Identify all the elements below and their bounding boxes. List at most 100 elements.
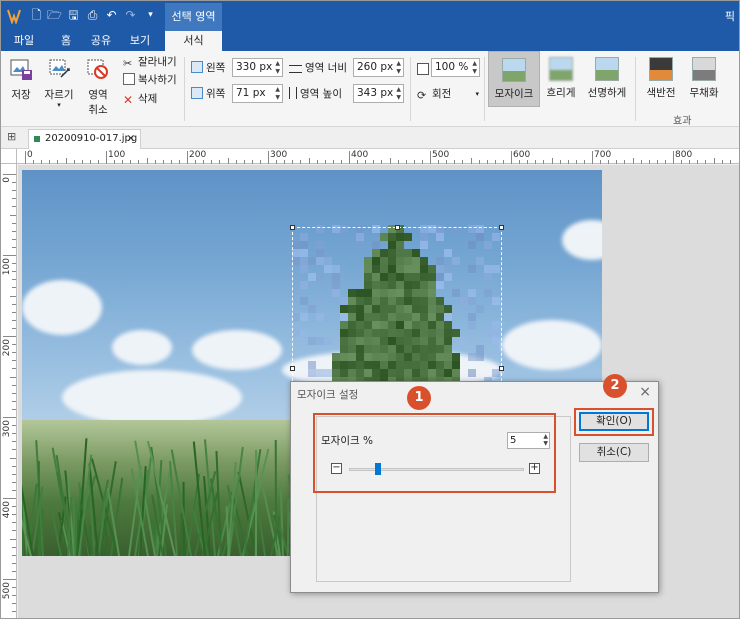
ruler-minor-tick <box>616 160 618 164</box>
tab-format[interactable]: 서식 <box>165 31 222 51</box>
resize-handle[interactable] <box>395 225 400 230</box>
effect-invert-button[interactable]: 색반전 <box>639 51 683 107</box>
ruler-minor-tick <box>632 158 634 164</box>
left-input[interactable]: 330 px ▲ ▼ <box>232 58 283 77</box>
rotate-button[interactable]: ⟳ 회전 ▾ <box>417 86 479 102</box>
crop-button[interactable]: 자르기 ▾ <box>41 57 77 109</box>
spin-arrows-icon[interactable]: ▲ ▼ <box>396 86 401 102</box>
ruler-minor-tick <box>12 327 16 329</box>
spin-arrows-icon[interactable]: ▲ ▼ <box>275 60 280 76</box>
undo-icon[interactable]: ↶ <box>104 8 119 23</box>
ribbon: 저장 자르기 ▾ 영역 취소 ✂ 잘라내기 복사하기 ✕ 삭제 왼쪽 330 p… <box>1 51 739 127</box>
resize-handle[interactable] <box>499 225 504 230</box>
save-image-icon <box>10 59 32 80</box>
spin-arrows-icon[interactable]: ▲ ▼ <box>275 86 280 102</box>
ruler-minor-tick <box>438 160 440 164</box>
ruler-minor-tick <box>12 465 16 467</box>
ruler-minor-tick <box>308 158 310 164</box>
ruler-minor-tick <box>689 160 691 164</box>
delete-button[interactable]: ✕ 삭제 <box>123 91 157 107</box>
ruler-minor-tick <box>12 352 16 354</box>
ruler-minor-tick <box>640 160 642 164</box>
ruler-minor-tick <box>721 160 723 164</box>
ruler-minor-tick <box>65 158 67 164</box>
effect-blur-button[interactable]: 흐리게 <box>541 51 581 107</box>
resize-handle[interactable] <box>290 366 295 371</box>
cut-button[interactable]: ✂ 잘라내기 <box>123 54 177 70</box>
ruler-minor-tick <box>12 570 16 572</box>
ruler-minor-tick <box>12 271 16 273</box>
effect-mosaic-button[interactable]: 모자이크 <box>488 51 540 107</box>
grid-view-icon[interactable]: ⊞ <box>7 131 19 143</box>
open-folder-icon[interactable]: 🗁 <box>47 8 62 23</box>
width-input[interactable]: 260 px ▲ ▼ <box>353 58 404 77</box>
effect-blur-label: 흐리게 <box>546 87 576 99</box>
ruler-minor-tick <box>543 160 545 164</box>
customize-toolbar-icon[interactable]: ▾ <box>143 8 158 23</box>
ruler-label: 300 <box>270 150 288 160</box>
ruler-minor-tick <box>162 160 164 164</box>
save-icon[interactable]: 🖫 <box>66 8 81 23</box>
spin-arrows-icon[interactable]: ▲ ▼ <box>396 60 401 76</box>
ruler-minor-tick <box>502 160 504 164</box>
save-label: 저장 <box>11 89 31 101</box>
cut-label: 잘라내기 <box>138 56 177 68</box>
mosaic-settings-dialog: 모자이크 설정 × 모자이크 % 5 ▲ ▼ − + 1 확인(O) 취소(C) … <box>290 374 659 593</box>
deselect-button[interactable]: 영역 취소 <box>81 57 115 117</box>
ruler-minor-tick <box>41 160 43 164</box>
canvas-area[interactable]: 모자이크 설정 × 모자이크 % 5 ▲ ▼ − + 1 확인(O) 취소(C) … <box>18 165 739 618</box>
tab-share[interactable]: 공유 <box>83 31 119 51</box>
new-file-icon[interactable]: 🗋 <box>29 8 44 23</box>
ruler-minor-tick <box>583 160 585 164</box>
close-tab-icon[interactable]: × <box>127 130 135 148</box>
tab-view[interactable]: 보기 <box>122 31 158 51</box>
ruler-minor-tick <box>486 160 488 164</box>
copy-button[interactable]: 복사하기 <box>123 72 177 88</box>
document-tab[interactable]: 20200910-017.jpg × <box>28 129 141 149</box>
save-button[interactable]: 저장 <box>6 57 36 102</box>
width-label: 영역 너비 <box>305 62 347 74</box>
effect-mosaic-label: 모자이크 <box>494 88 534 100</box>
cancel-button[interactable]: 취소(C) <box>579 443 649 462</box>
ruler-label: 400 <box>351 150 369 160</box>
ruler-minor-tick <box>559 160 561 164</box>
ruler-tick <box>3 255 16 256</box>
ruler-minor-tick <box>381 160 383 164</box>
ruler-minor-tick <box>413 160 415 164</box>
effect-sharpen-label: 선명하게 <box>587 87 627 99</box>
spin-arrows-icon[interactable]: ▲ ▼ <box>472 60 477 76</box>
resize-handle[interactable] <box>499 366 504 371</box>
width-value: 260 px <box>357 61 394 73</box>
tab-file[interactable]: 파일 <box>3 31 45 51</box>
zoom-input[interactable]: 100 % ▲ ▼ <box>431 58 480 77</box>
top-input[interactable]: 71 px ▲ ▼ <box>232 84 283 103</box>
zoom-value: 100 % <box>435 61 469 73</box>
ruler-minor-tick <box>405 160 407 164</box>
ruler-tick <box>25 151 26 164</box>
dialog-close-icon[interactable]: × <box>639 384 651 400</box>
ruler-tick <box>673 151 674 164</box>
ruler-label: 200 <box>189 150 207 160</box>
ruler-minor-tick <box>203 160 205 164</box>
resize-handle[interactable] <box>290 225 295 230</box>
document-filename: 20200910-017.jpg <box>45 133 138 144</box>
ruler-minor-tick <box>12 230 16 232</box>
effect-sharpen-button[interactable]: 선명하게 <box>584 51 630 107</box>
ruler-minor-tick <box>12 279 16 281</box>
ruler-minor-tick <box>12 514 16 516</box>
ruler-label: 200 <box>2 339 12 357</box>
ruler-minor-tick <box>664 160 666 164</box>
rotate-label: 회전 <box>432 88 452 100</box>
tab-home[interactable]: 홈 <box>48 31 84 51</box>
redo-icon[interactable]: ↷ <box>123 8 138 23</box>
effect-grayscale-button[interactable]: 무채화 <box>684 51 724 107</box>
print-icon[interactable]: ⎙ <box>85 8 100 23</box>
blur-effect-icon <box>549 57 573 81</box>
ruler-minor-tick <box>648 160 650 164</box>
effects-group-label: 효과 <box>673 116 692 127</box>
ruler-minor-tick <box>227 158 229 164</box>
ruler-minor-tick <box>178 160 180 164</box>
height-input[interactable]: 343 px ▲ ▼ <box>353 84 404 103</box>
context-tab-selection: 선택 영역 <box>165 3 222 31</box>
ruler-tick <box>3 579 16 580</box>
